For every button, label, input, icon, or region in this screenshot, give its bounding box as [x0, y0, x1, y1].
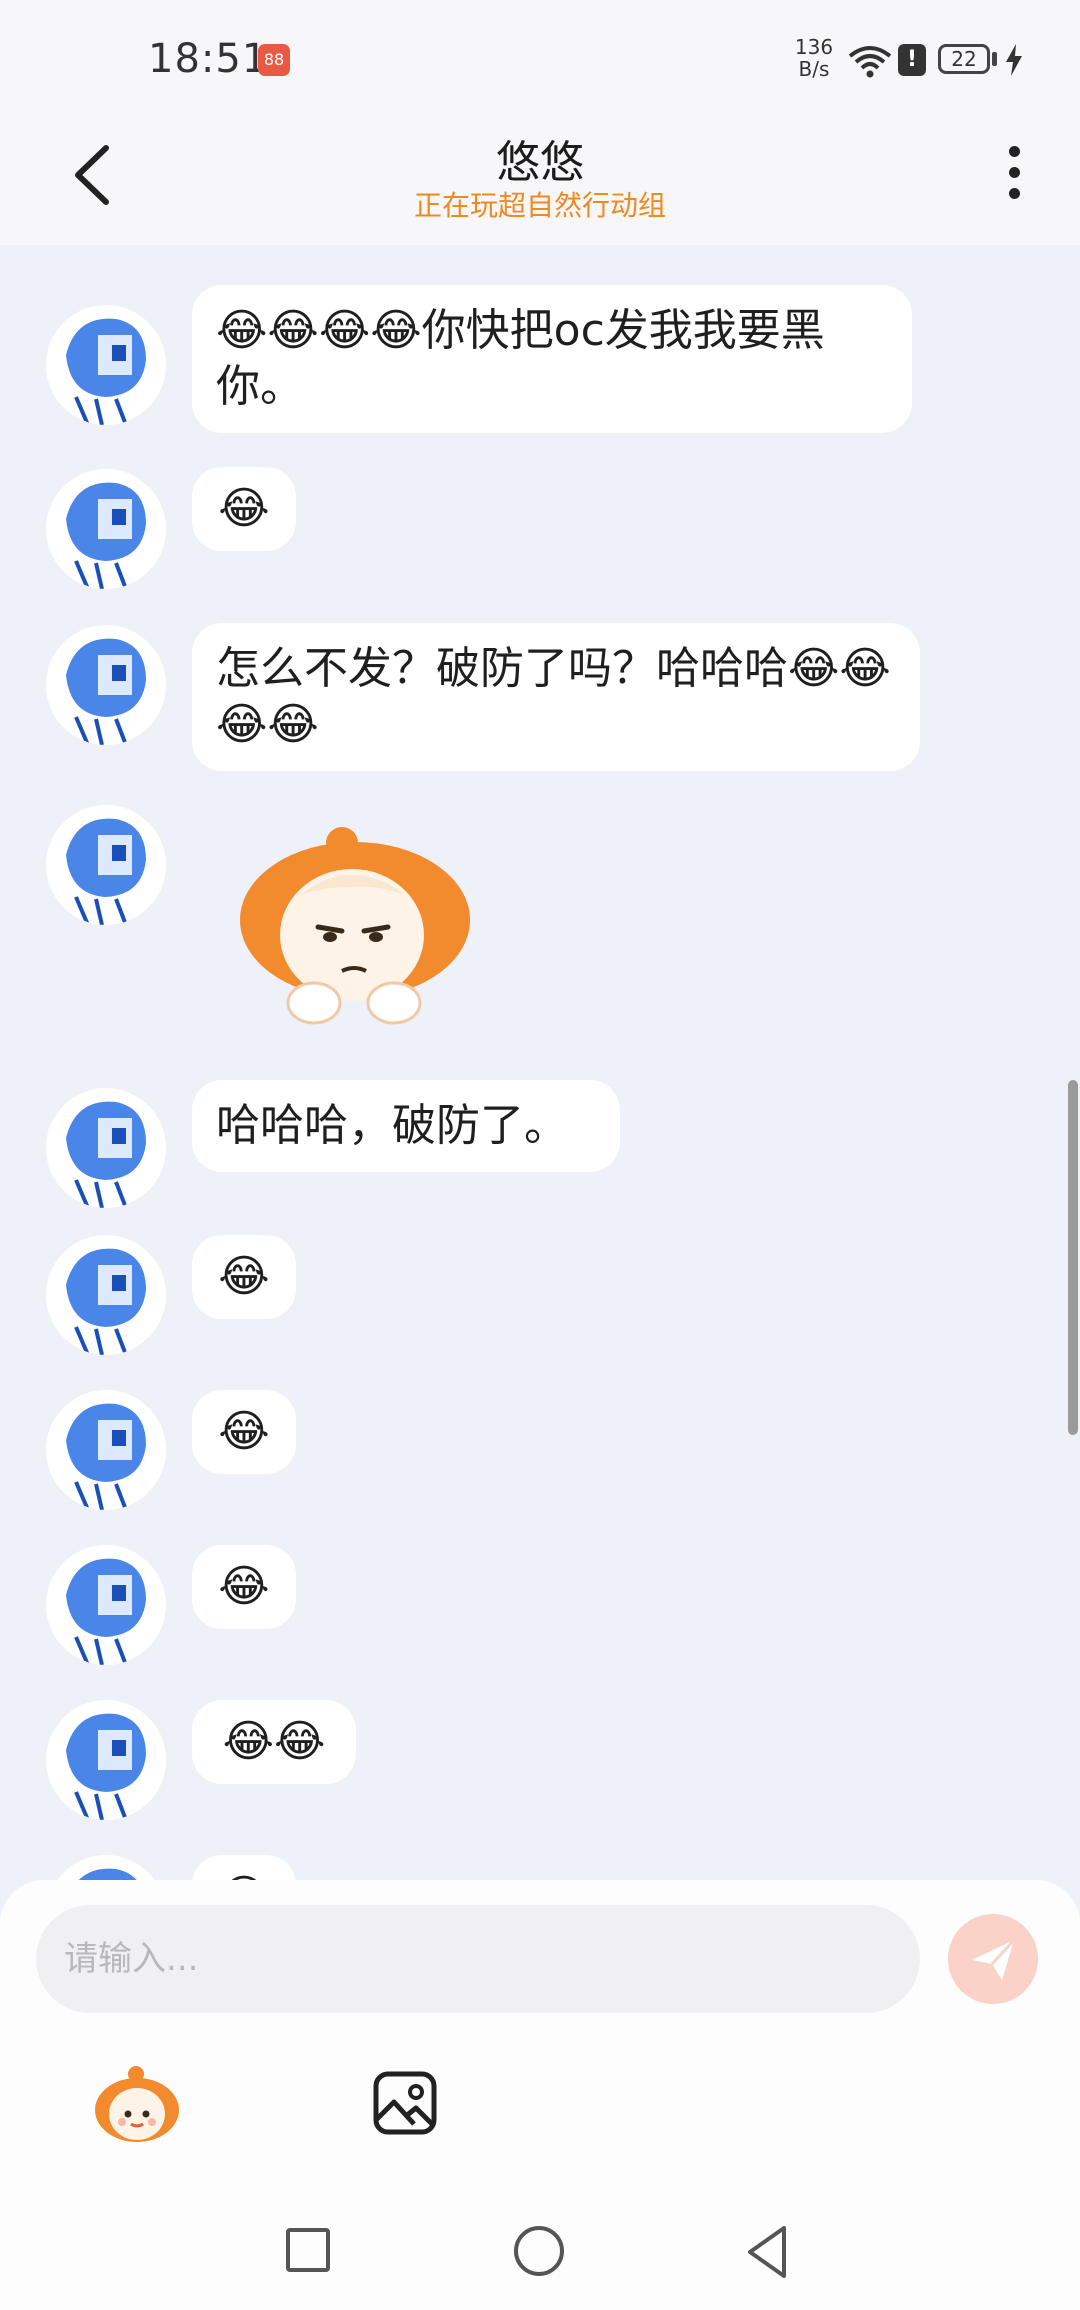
alert-icon: ! — [898, 44, 926, 76]
contact-avatar[interactable] — [46, 1545, 166, 1665]
battery-tip — [992, 52, 997, 66]
contact-status: 正在玩超自然行动组 — [413, 189, 666, 222]
app-notification-icon: 88 — [258, 44, 290, 76]
contact-avatar[interactable] — [46, 469, 166, 589]
nav-back-icon[interactable] — [744, 2224, 790, 2280]
status-time: 18:51 — [148, 36, 269, 82]
message-input[interactable] — [36, 1905, 920, 2013]
contact-name: 悠悠 — [496, 137, 584, 188]
network-speed-unit: B/s — [798, 57, 830, 81]
contact-avatar[interactable] — [46, 1390, 166, 1510]
send-button[interactable] — [948, 1914, 1038, 2004]
battery-icon: 22 — [938, 44, 990, 74]
message-bubble[interactable]: 😂 — [192, 467, 296, 551]
contact-avatar[interactable] — [46, 305, 166, 425]
more-options-icon[interactable] — [996, 146, 1032, 206]
message-bubble[interactable]: 😂😂 — [192, 1700, 356, 1784]
message-list[interactable]: 😂😂😂😂你快把oc发我我要黑你。 😂 怎么不发？破防了吗？哈哈哈😂😂😂😂 哈哈哈… — [0, 245, 1080, 1885]
message-bubble[interactable]: 😂😂😂😂你快把oc发我我要黑你。 — [192, 285, 912, 433]
recent-apps-icon[interactable] — [286, 2228, 330, 2272]
contact-avatar[interactable] — [46, 1088, 166, 1208]
message-bubble[interactable]: 哈哈哈，破防了。 — [192, 1080, 620, 1172]
message-bubble[interactable]: 😂 — [192, 1235, 296, 1319]
network-speed: 136 B/s — [792, 36, 836, 80]
network-speed-value: 136 — [794, 35, 834, 59]
message-bubble[interactable]: 怎么不发？破防了吗？哈哈哈😂😂😂😂 — [192, 623, 920, 771]
contact-avatar[interactable] — [46, 625, 166, 745]
image-picker-icon[interactable] — [370, 2068, 440, 2138]
sticker-picker-icon[interactable] — [92, 2060, 182, 2150]
home-icon[interactable] — [514, 2226, 564, 2276]
wifi-icon — [848, 46, 892, 78]
scrollbar-thumb[interactable] — [1068, 1080, 1078, 1435]
contact-avatar[interactable] — [46, 805, 166, 925]
status-bar: 18:51 88 136 B/s ! 22 — [0, 0, 1080, 120]
message-bubble[interactable]: 😂 — [192, 1545, 296, 1629]
smug-orange-hair-girl-sticker[interactable] — [230, 825, 480, 1025]
message-bubble[interactable]: 😂 — [192, 1390, 296, 1474]
contact-avatar[interactable] — [46, 1700, 166, 1820]
contact-avatar[interactable] — [46, 1235, 166, 1355]
charging-icon — [1006, 44, 1022, 76]
